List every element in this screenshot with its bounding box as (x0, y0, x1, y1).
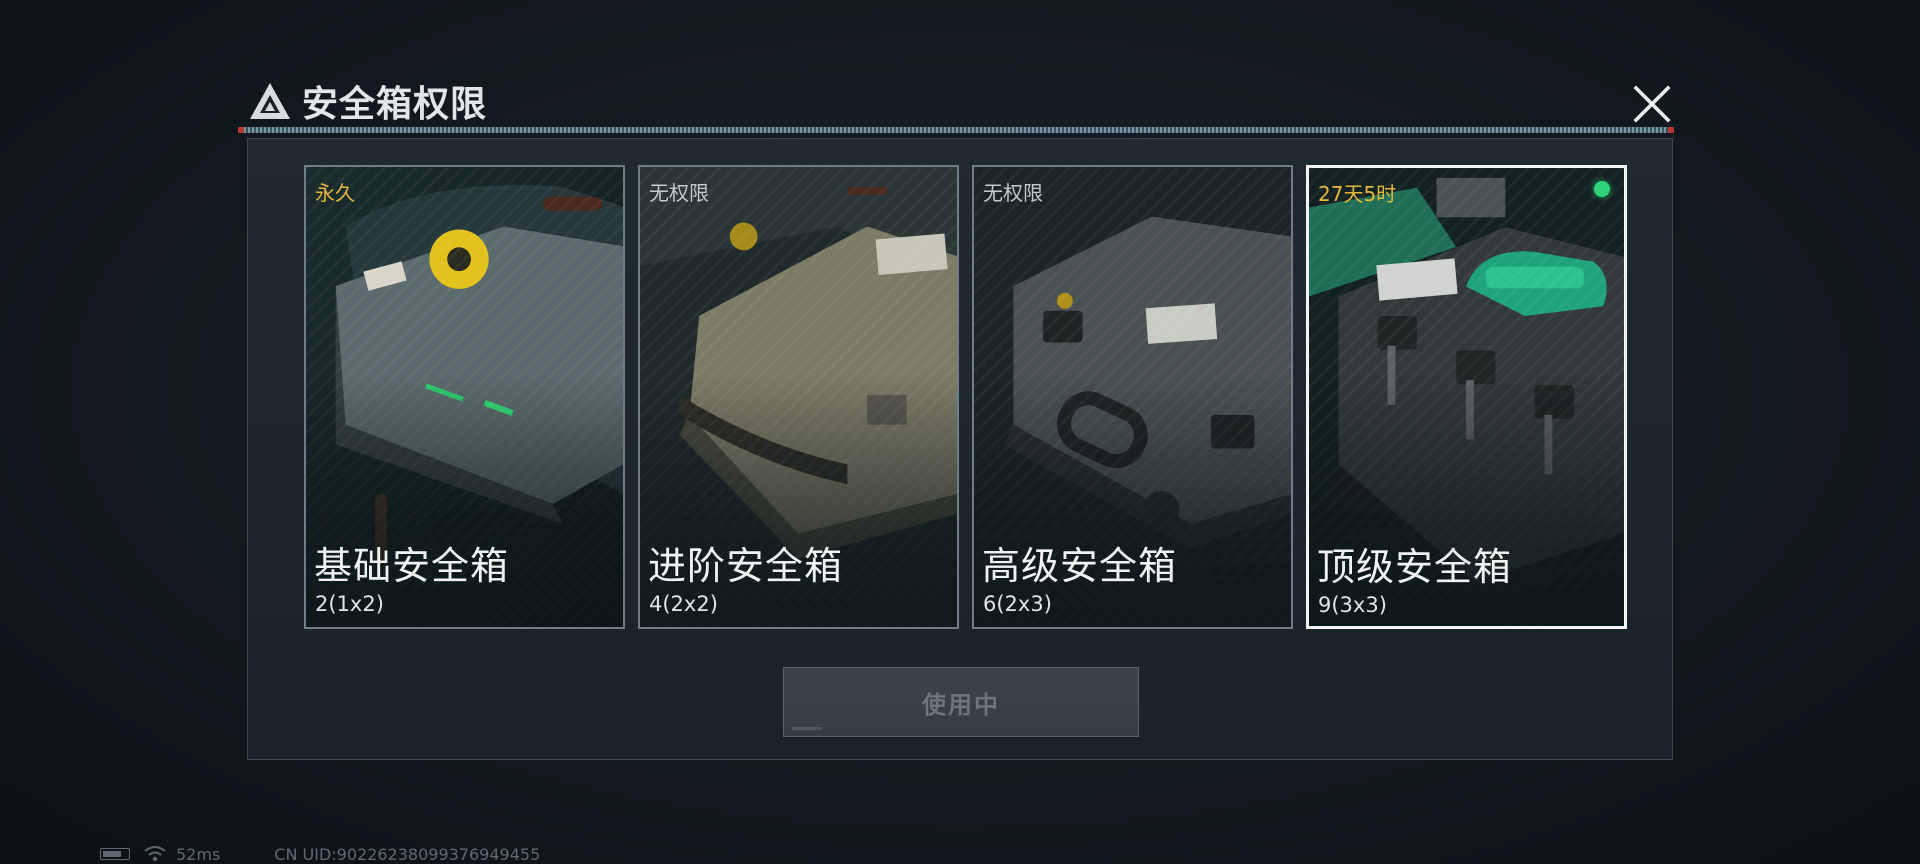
status-bar: 52ms CN UID:9022623809937694945​5 (100, 844, 540, 864)
dialog-title: 安全箱权限 (302, 84, 488, 125)
card-name: 进阶安全箱 (648, 544, 844, 588)
card-name: 顶级安全箱 (1317, 545, 1513, 589)
card-capacity: 9(3x3) (1318, 593, 1387, 617)
card-capacity: 6(2x3) (983, 592, 1052, 616)
use-button[interactable]: 使用中 (783, 667, 1139, 737)
button-accent-mark (792, 727, 822, 730)
safebox-card-advanced[interactable]: 无权限 进阶安全箱 4(2x2) (638, 165, 959, 629)
wifi-icon (144, 846, 166, 862)
card-capacity: 4(2x2) (649, 592, 718, 616)
card-status: 无权限 (983, 181, 1043, 205)
card-status: 永久 (315, 181, 355, 205)
header-divider (240, 127, 1674, 133)
card-status: 27天5时 (1318, 182, 1397, 206)
close-icon (1633, 85, 1671, 123)
card-name: 基础安全箱 (314, 544, 510, 588)
dialog-header: 安全箱权限 (240, 74, 1676, 134)
active-indicator-icon (1594, 181, 1610, 197)
safebox-card-premium[interactable]: 无权限 高级安全箱 6(2x3) (972, 165, 1293, 629)
safebox-card-basic[interactable]: 永久 基础安全箱 2(1x2) (304, 165, 625, 629)
safebox-card-list: 永久 基础安全箱 2(1x2) 无权限 进阶安全箱 4(2x2) 无权限 高级安… (304, 165, 1627, 629)
card-status: 无权限 (649, 181, 709, 205)
divider-accent-left (238, 127, 244, 133)
dialog-title-group: 安全箱权限 (248, 78, 488, 125)
use-button-label: 使用中 (922, 690, 1000, 719)
card-capacity: 2(1x2) (315, 592, 384, 616)
ping-text: 52ms (176, 844, 221, 864)
safebox-card-top[interactable]: 27天5时 顶级安全箱 9(3x3) (1306, 165, 1627, 629)
warning-triangle-logo-icon (250, 83, 290, 119)
card-name: 高级安全箱 (982, 544, 1178, 588)
battery-icon (100, 848, 130, 860)
divider-accent-right (1668, 127, 1674, 133)
close-button[interactable] (1628, 80, 1676, 128)
uid-text: CN UID:9022623809937694945​5 (274, 844, 541, 864)
